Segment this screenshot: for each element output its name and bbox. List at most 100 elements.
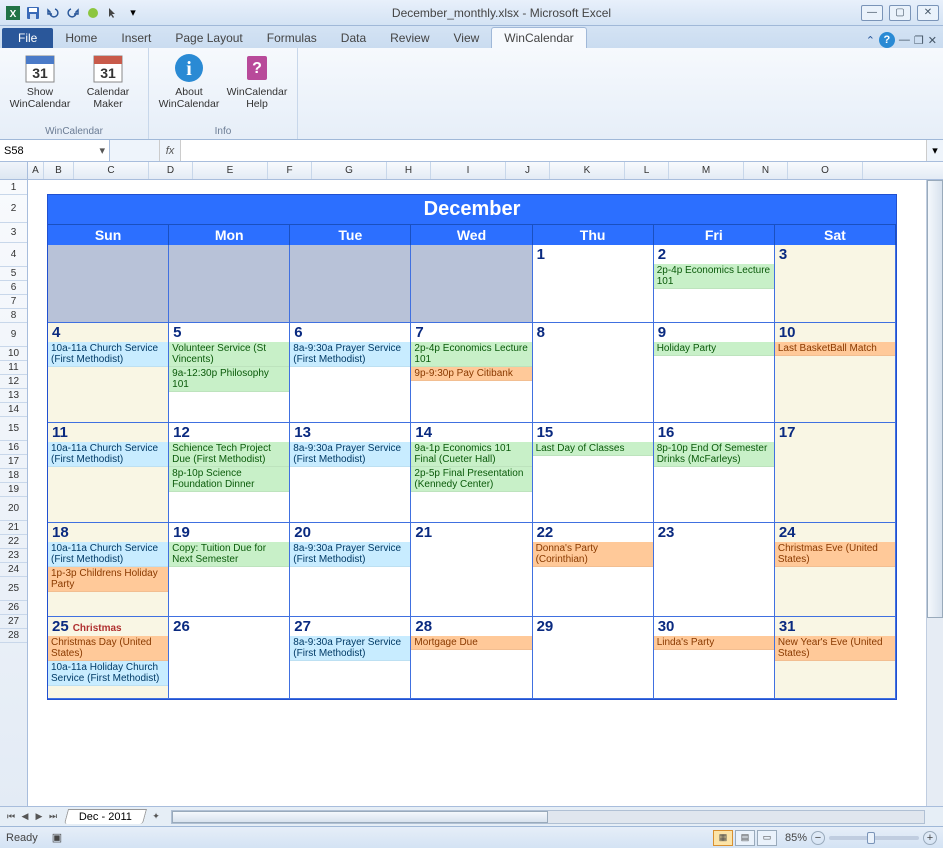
calendar-event[interactable]: New Year's Eve (United States) [775,636,895,661]
sheet-nav-prev-icon[interactable]: ◀ [18,810,32,824]
row-header[interactable]: 10 [0,347,27,361]
calendar-cell[interactable]: 10Last BasketBall Match [775,323,896,423]
calendar-cell[interactable]: 138a-9:30a Prayer Service (First Methodi… [290,423,411,523]
zoom-slider[interactable] [829,836,919,840]
help-icon[interactable]: ? [879,32,895,48]
calendar-cell[interactable]: 1 [533,245,654,323]
row-header[interactable]: 22 [0,535,27,549]
calendar-event[interactable]: 1p-3p Childrens Holiday Party [48,567,168,592]
column-header[interactable]: N [744,162,788,179]
calendar-cell[interactable] [290,245,411,323]
tab-data[interactable]: Data [329,28,378,48]
calendar-cell[interactable]: 12Schience Tech Project Due (First Metho… [169,423,290,523]
calendar-cell[interactable]: 9Holiday Party [654,323,775,423]
close-button[interactable]: ✕ [917,5,939,21]
calendar-cell[interactable]: 208a-9:30a Prayer Service (First Methodi… [290,523,411,617]
calendar-cell[interactable]: 30Linda's Party [654,617,775,699]
row-header[interactable]: 26 [0,601,27,615]
save-icon[interactable] [24,4,42,22]
calendar-cell[interactable]: 1110a-11a Church Service (First Methodis… [48,423,169,523]
calendar-event[interactable]: 2p-4p Economics Lecture 101 [411,342,531,367]
calendar-cell[interactable]: 17 [775,423,896,523]
workbook-minimize-icon[interactable]: — [899,34,910,46]
row-header[interactable]: 28 [0,629,27,643]
row-header[interactable]: 9 [0,323,27,347]
row-header[interactable]: 3 [0,223,27,243]
excel-icon[interactable]: X [4,4,22,22]
calendar-cell[interactable]: 28Mortgage Due [411,617,532,699]
sheet-nav-next-icon[interactable]: ▶ [32,810,46,824]
vertical-scrollbar[interactable] [926,180,943,806]
calendar-event[interactable]: 8a-9:30a Prayer Service (First Methodist… [290,342,410,367]
calendar-cell[interactable]: 19Copy: Tuition Due for Next Semester [169,523,290,617]
calendar-cell[interactable]: 8 [533,323,654,423]
calendar-event[interactable]: Holiday Party [654,342,774,356]
row-header[interactable]: 23 [0,549,27,563]
row-header[interactable]: 14 [0,403,27,417]
column-header[interactable]: A [28,162,44,179]
calendar-event[interactable]: Volunteer Service (St Vincents) [169,342,289,367]
column-header[interactable]: B [44,162,74,179]
calendar-event[interactable]: 10a-11a Holiday Church Service (First Me… [48,661,168,686]
new-icon[interactable] [84,4,102,22]
calendar-event[interactable]: 9p-9:30p Pay Citibank [411,367,531,381]
maximize-button[interactable]: ▢ [889,5,911,21]
workbook-restore-icon[interactable]: ❐ [914,34,924,47]
sheet-nav-last-icon[interactable]: ⏭ [46,810,60,824]
calendar-event[interactable]: 2p-4p Economics Lecture 101 [654,264,774,289]
row-header[interactable]: 18 [0,469,27,483]
calendar-cell[interactable]: 31New Year's Eve (United States) [775,617,896,699]
normal-view-button[interactable]: ▦ [713,830,733,846]
name-box-input[interactable] [4,145,84,157]
tab-file[interactable]: File [2,28,53,48]
tab-view[interactable]: View [442,28,492,48]
name-box-dropdown-icon[interactable]: ▾ [99,144,105,157]
calendar-cell[interactable]: 1810a-11a Church Service (First Methodis… [48,523,169,617]
calendar-cell[interactable]: 29 [533,617,654,699]
column-header[interactable]: C [74,162,149,179]
calendar-cell[interactable]: 410a-11a Church Service (First Methodist… [48,323,169,423]
calendar-cell[interactable] [48,245,169,323]
new-sheet-icon[interactable]: ✦ [149,810,163,824]
row-header[interactable]: 12 [0,375,27,389]
calendar-cell[interactable]: 15Last Day of Classes [533,423,654,523]
row-header[interactable]: 21 [0,521,27,535]
column-header[interactable]: J [506,162,550,179]
calendar-event[interactable]: Mortgage Due [411,636,531,650]
calendar-event[interactable]: 10a-11a Church Service (First Methodist) [48,542,168,567]
row-header[interactable]: 19 [0,483,27,497]
row-header[interactable]: 2 [0,195,27,223]
tab-review[interactable]: Review [378,28,441,48]
calendar-event[interactable]: Donna's Party (Corinthian) [533,542,653,567]
redo-icon[interactable] [64,4,82,22]
calendar-event[interactable]: Christmas Eve (United States) [775,542,895,567]
column-header[interactable]: O [788,162,863,179]
calendar-cell[interactable]: 149a-1p Economics 101 Final (Cueter Hall… [411,423,532,523]
row-header[interactable]: 8 [0,309,27,323]
calendar-cell[interactable]: 168p-10p End Of Semester Drinks (McFarle… [654,423,775,523]
column-header[interactable]: H [387,162,431,179]
column-header[interactable]: G [312,162,387,179]
tab-page-layout[interactable]: Page Layout [163,28,254,48]
calendar-cell[interactable]: 22p-4p Economics Lecture 101 [654,245,775,323]
calendar-event[interactable]: 2p-5p Final Presentation (Kennedy Center… [411,467,531,492]
page-break-view-button[interactable]: ▭ [757,830,777,846]
calendar-cell[interactable]: 24Christmas Eve (United States) [775,523,896,617]
calendar-cell[interactable]: 72p-4p Economics Lecture 1019p-9:30p Pay… [411,323,532,423]
calendar-cell[interactable]: 21 [411,523,532,617]
row-header[interactable]: 1 [0,180,27,195]
column-header[interactable]: D [149,162,193,179]
calendar-event[interactable]: 10a-11a Church Service (First Methodist) [48,342,168,367]
calendar-maker-button[interactable]: 31 Calendar Maker [76,50,140,110]
column-header[interactable]: I [431,162,506,179]
show-wincalendar-button[interactable]: 31 Show WinCalendar [8,50,72,110]
zoom-level[interactable]: 85% [785,832,807,844]
page-layout-view-button[interactable]: ▤ [735,830,755,846]
calendar-event[interactable]: Schience Tech Project Due (First Methodi… [169,442,289,467]
tab-insert[interactable]: Insert [109,28,163,48]
workbook-close-icon[interactable]: ✕ [928,34,937,47]
row-header[interactable]: 17 [0,455,27,469]
calendar-cell[interactable]: 22Donna's Party (Corinthian) [533,523,654,617]
select-all-button[interactable] [0,162,28,179]
formula-bar-expand-icon[interactable]: ▾ [926,140,943,161]
